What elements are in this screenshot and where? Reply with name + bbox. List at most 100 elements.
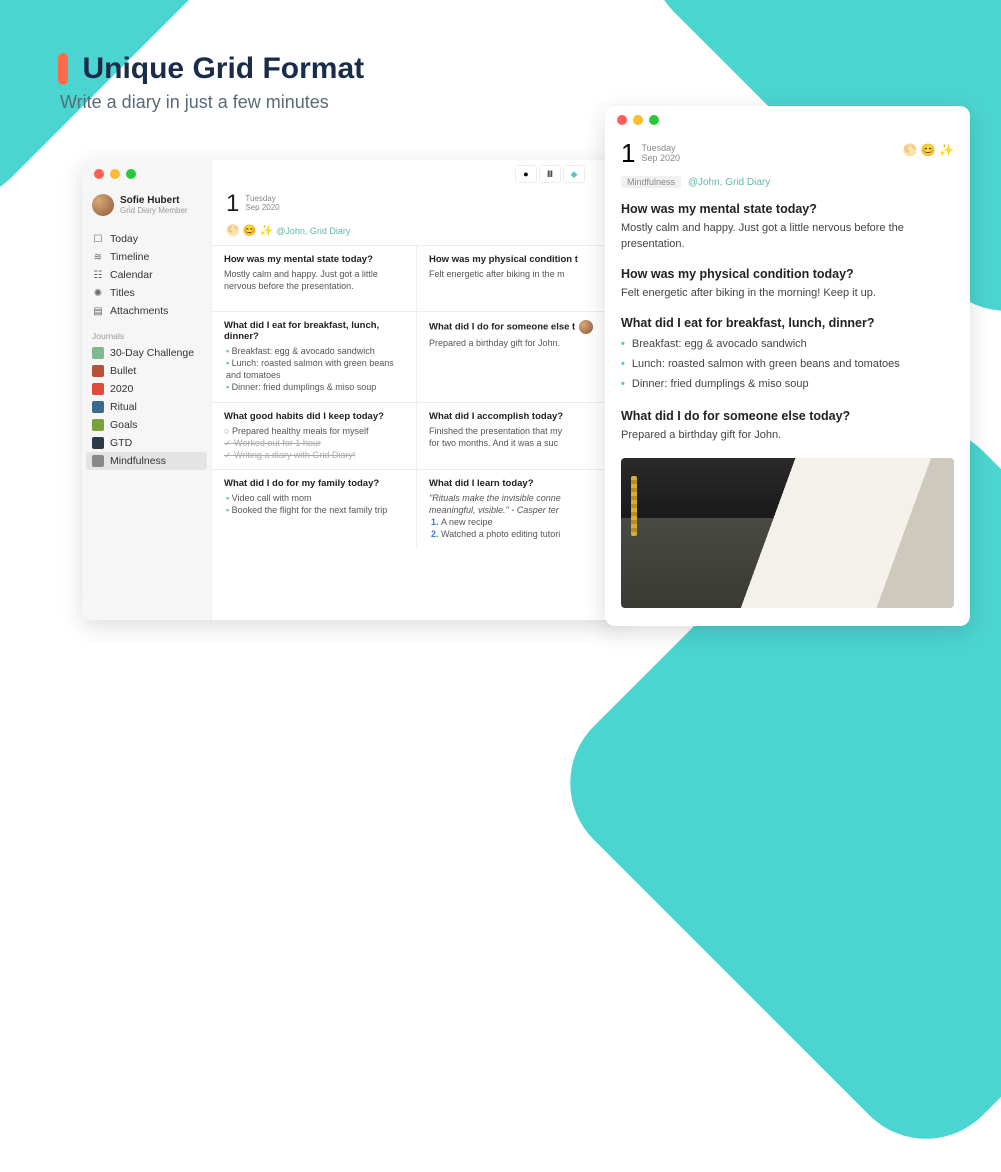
journal-icon <box>92 401 104 413</box>
nav-icon: ≋ <box>92 252 104 263</box>
profile-role: Grid Diary Member <box>120 206 188 215</box>
journal-label: Ritual <box>110 401 137 413</box>
journal-item-goals[interactable]: Goals <box>82 416 211 434</box>
journal-label: Bullet <box>110 365 136 377</box>
journal-label: 2020 <box>110 383 133 395</box>
date-day: 1 <box>226 190 239 218</box>
nav-item-today[interactable]: ☐Today <box>82 230 211 248</box>
sidebar: Sofie Hubert Grid Diary Member ☐Today≋Ti… <box>82 160 212 620</box>
mood-icons[interactable]: 🌕 😊 ✨ <box>903 143 955 157</box>
entry-tags[interactable]: @John, Grid Diary <box>688 177 770 188</box>
view-grid-button[interactable]: Ⅲ <box>539 165 561 183</box>
journals-label: Journals <box>82 324 211 344</box>
entry-reader-window: 1 Tuesday Sep 2020 🌕 😊 ✨ Mindfulness @Jo… <box>605 106 970 626</box>
profile[interactable]: Sofie Hubert Grid Diary Member <box>82 188 211 226</box>
date-text: Tuesday Sep 2020 <box>641 144 680 164</box>
entry-tags-row: Mindfulness @John, Grid Diary <box>621 177 954 188</box>
grid-diary-window: Sofie Hubert Grid Diary Member ☐Today≋Ti… <box>82 160 622 620</box>
view-globe-button[interactable]: ● <box>515 165 537 183</box>
journal-item-30-day-challenge[interactable]: 30-Day Challenge <box>82 344 211 362</box>
journal-label: 30-Day Challenge <box>110 347 194 359</box>
window-controls <box>82 160 211 188</box>
hero: Unique Grid Format Write a diary in just… <box>58 52 364 113</box>
diary-cell[interactable]: What did I learn today?"Rituals make the… <box>417 469 622 549</box>
mood-icons[interactable]: 🌕 😊 ✨ <box>226 224 273 237</box>
zoom-icon[interactable] <box>126 169 136 179</box>
accent-bar <box>58 53 68 85</box>
view-stack-button[interactable]: ◆ <box>563 165 585 183</box>
entry-question: What did I eat for breakfast, lunch, din… <box>621 316 954 330</box>
nav-label: Calendar <box>110 269 153 281</box>
nav-item-titles[interactable]: ✺ Titles <box>82 284 211 302</box>
journal-item-2020[interactable]: 2020 <box>82 380 211 398</box>
zoom-icon[interactable] <box>649 115 659 125</box>
tag-pill[interactable]: Mindfulness <box>621 176 681 188</box>
journal-icon <box>92 419 104 431</box>
reader-entry: What did I eat for breakfast, lunch, din… <box>621 316 954 395</box>
cell-answer: Finished the presentation that myfor two… <box>429 425 610 449</box>
entry-answer: Prepared a birthday gift for John. <box>621 428 954 444</box>
reader-entry: How was my mental state today?Mostly cal… <box>621 202 954 253</box>
cell-question: How was my mental state today? <box>224 254 404 265</box>
journal-label: Goals <box>110 419 137 431</box>
journal-icon <box>92 383 104 395</box>
entry-question: What did I do for someone else today? <box>621 409 954 423</box>
mood-tag-row: 🌕 😊 ✨ @John, Grid Diary <box>212 224 622 245</box>
journal-icon <box>92 455 104 467</box>
cell-question: What did I do for someone else t <box>429 320 610 334</box>
journals-list: 30-Day Challenge Bullet 2020 Ritual Goals GTD… <box>82 344 211 470</box>
journal-icon <box>92 347 104 359</box>
cell-question: What good habits did I keep today? <box>224 411 404 422</box>
nav-item-timeline[interactable]: ≋Timeline <box>82 248 211 266</box>
cell-answer: Video call with momBooked the flight for… <box>224 492 404 516</box>
journal-icon <box>92 437 104 449</box>
main-area: ● Ⅲ ◆ 1 Tuesday Sep 2020 🌕 😊 ✨ @John, Gr… <box>212 160 622 620</box>
journal-item-gtd[interactable]: GTD <box>82 434 211 452</box>
journal-label: Mindfulness <box>110 455 166 467</box>
diary-cell[interactable]: What did I eat for breakfast, lunch, din… <box>212 311 417 402</box>
close-icon[interactable] <box>617 115 627 125</box>
nav-item-attachments[interactable]: ▤Attachments <box>82 302 211 320</box>
journal-item-bullet[interactable]: Bullet <box>82 362 211 380</box>
journal-icon <box>92 365 104 377</box>
cell-question: How was my physical condition t <box>429 254 610 265</box>
profile-name: Sofie Hubert <box>120 195 188 206</box>
diary-cell[interactable]: What did I accomplish today? Finished the… <box>417 402 622 469</box>
cell-answer: Breakfast: egg & avocado sandwichLunch: … <box>224 345 404 394</box>
diary-grid: How was my mental state today?Mostly cal… <box>212 245 622 549</box>
cell-answer: "Rituals make the invisible connemeaning… <box>429 492 610 541</box>
reader-entry: How was my physical condition today? Felt… <box>621 267 954 302</box>
nav-item-calendar[interactable]: ☷Calendar <box>82 266 211 284</box>
nav-label: Attachments <box>110 305 168 317</box>
diary-cell[interactable]: How was my physical condition t Felt ener… <box>417 245 622 311</box>
entry-question: How was my physical condition today? <box>621 267 954 281</box>
nav-label: Titles <box>110 287 135 299</box>
cell-question: What did I do for my family today? <box>224 478 404 489</box>
minimize-icon[interactable] <box>633 115 643 125</box>
diary-cell[interactable]: What did I do for someone else t Prepared… <box>417 311 622 402</box>
entry-photo[interactable] <box>621 458 954 608</box>
nav-icon: ✺ <box>92 288 104 299</box>
avatar-icon <box>579 320 593 334</box>
cell-answer: Prepared healthy meals for myselfWorked … <box>224 425 404 461</box>
cell-question: What did I accomplish today? <box>429 411 610 422</box>
date-day: 1 <box>621 138 635 169</box>
entry-tags[interactable]: @John, Grid Diary <box>276 226 350 236</box>
cell-answer: Prepared a birthday gift for John. <box>429 337 610 349</box>
diary-cell[interactable]: What did I do for my family today? Video … <box>212 469 417 549</box>
journal-label: GTD <box>110 437 132 449</box>
entry-answer: Felt energetic after biking in the morni… <box>621 286 954 302</box>
close-icon[interactable] <box>94 169 104 179</box>
view-toolbar: ● Ⅲ ◆ <box>510 160 590 188</box>
hero-title: Unique Grid Format <box>82 52 364 86</box>
journal-item-mindfulness[interactable]: Mindfulness <box>86 452 207 470</box>
cell-answer: Felt energetic after biking in the m <box>429 268 610 280</box>
reader-entry: What did I do for someone else today? Pre… <box>621 409 954 444</box>
minimize-icon[interactable] <box>110 169 120 179</box>
diary-cell[interactable]: What good habits did I keep today? Prepar… <box>212 402 417 469</box>
reader-entries: How was my mental state today?Mostly cal… <box>621 202 954 444</box>
entry-answer: Mostly calm and happy. Just got a little… <box>621 221 954 253</box>
journal-item-ritual[interactable]: Ritual <box>82 398 211 416</box>
diary-cell[interactable]: How was my mental state today?Mostly cal… <box>212 245 417 311</box>
cell-question: What did I eat for breakfast, lunch, din… <box>224 320 404 342</box>
